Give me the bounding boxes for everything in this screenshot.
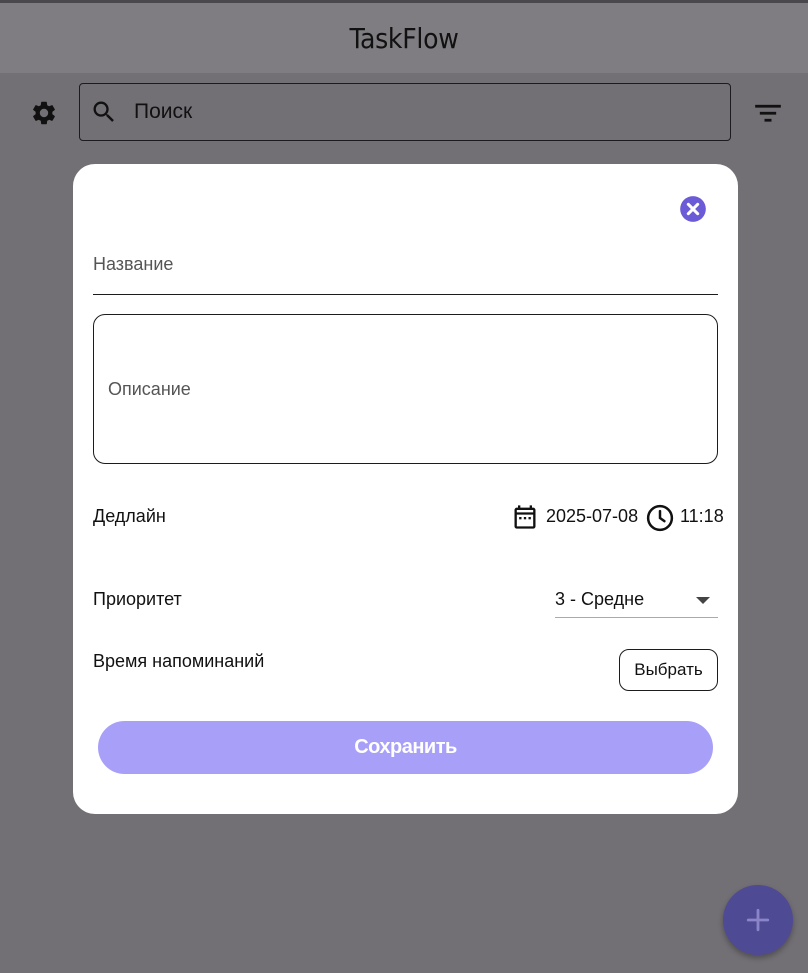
task-description-field[interactable]: Описание bbox=[93, 314, 718, 464]
priority-label: Приоритет bbox=[93, 589, 182, 609]
new-task-dialog: Название Описание Дедлайн 2025-07-08 11:… bbox=[73, 164, 738, 814]
reminder-time-label: Время напоминаний bbox=[93, 651, 265, 671]
task-title-placeholder: Название bbox=[93, 254, 174, 274]
plus-icon bbox=[746, 908, 770, 932]
app-title: TaskFlow bbox=[349, 21, 459, 55]
gear-icon[interactable] bbox=[30, 99, 58, 127]
priority-value: 3 - Средне bbox=[555, 589, 645, 609]
deadline-label: Дедлайн bbox=[93, 506, 166, 526]
deadline-date[interactable]: 2025-07-08 bbox=[546, 506, 638, 527]
choose-reminder-button[interactable]: Выбрать bbox=[619, 649, 718, 691]
search-input[interactable]: Поиск bbox=[79, 83, 731, 141]
clock-icon[interactable] bbox=[645, 503, 675, 533]
app-bar: TaskFlow bbox=[0, 3, 808, 73]
add-task-fab[interactable] bbox=[723, 885, 793, 955]
task-title-field[interactable]: Название bbox=[93, 244, 718, 295]
search-placeholder: Поиск bbox=[134, 100, 193, 123]
save-button[interactable]: Сохранить bbox=[98, 721, 713, 774]
search-icon bbox=[93, 101, 114, 122]
dropdown-arrow-icon bbox=[696, 597, 710, 604]
task-description-placeholder: Описание bbox=[108, 379, 191, 399]
close-icon[interactable] bbox=[679, 195, 707, 223]
filter-icon[interactable] bbox=[754, 101, 782, 125]
priority-dropdown[interactable]: 3 - Средне bbox=[555, 582, 718, 618]
deadline-time[interactable]: 11:18 bbox=[680, 506, 724, 527]
calendar-icon[interactable] bbox=[511, 503, 539, 531]
